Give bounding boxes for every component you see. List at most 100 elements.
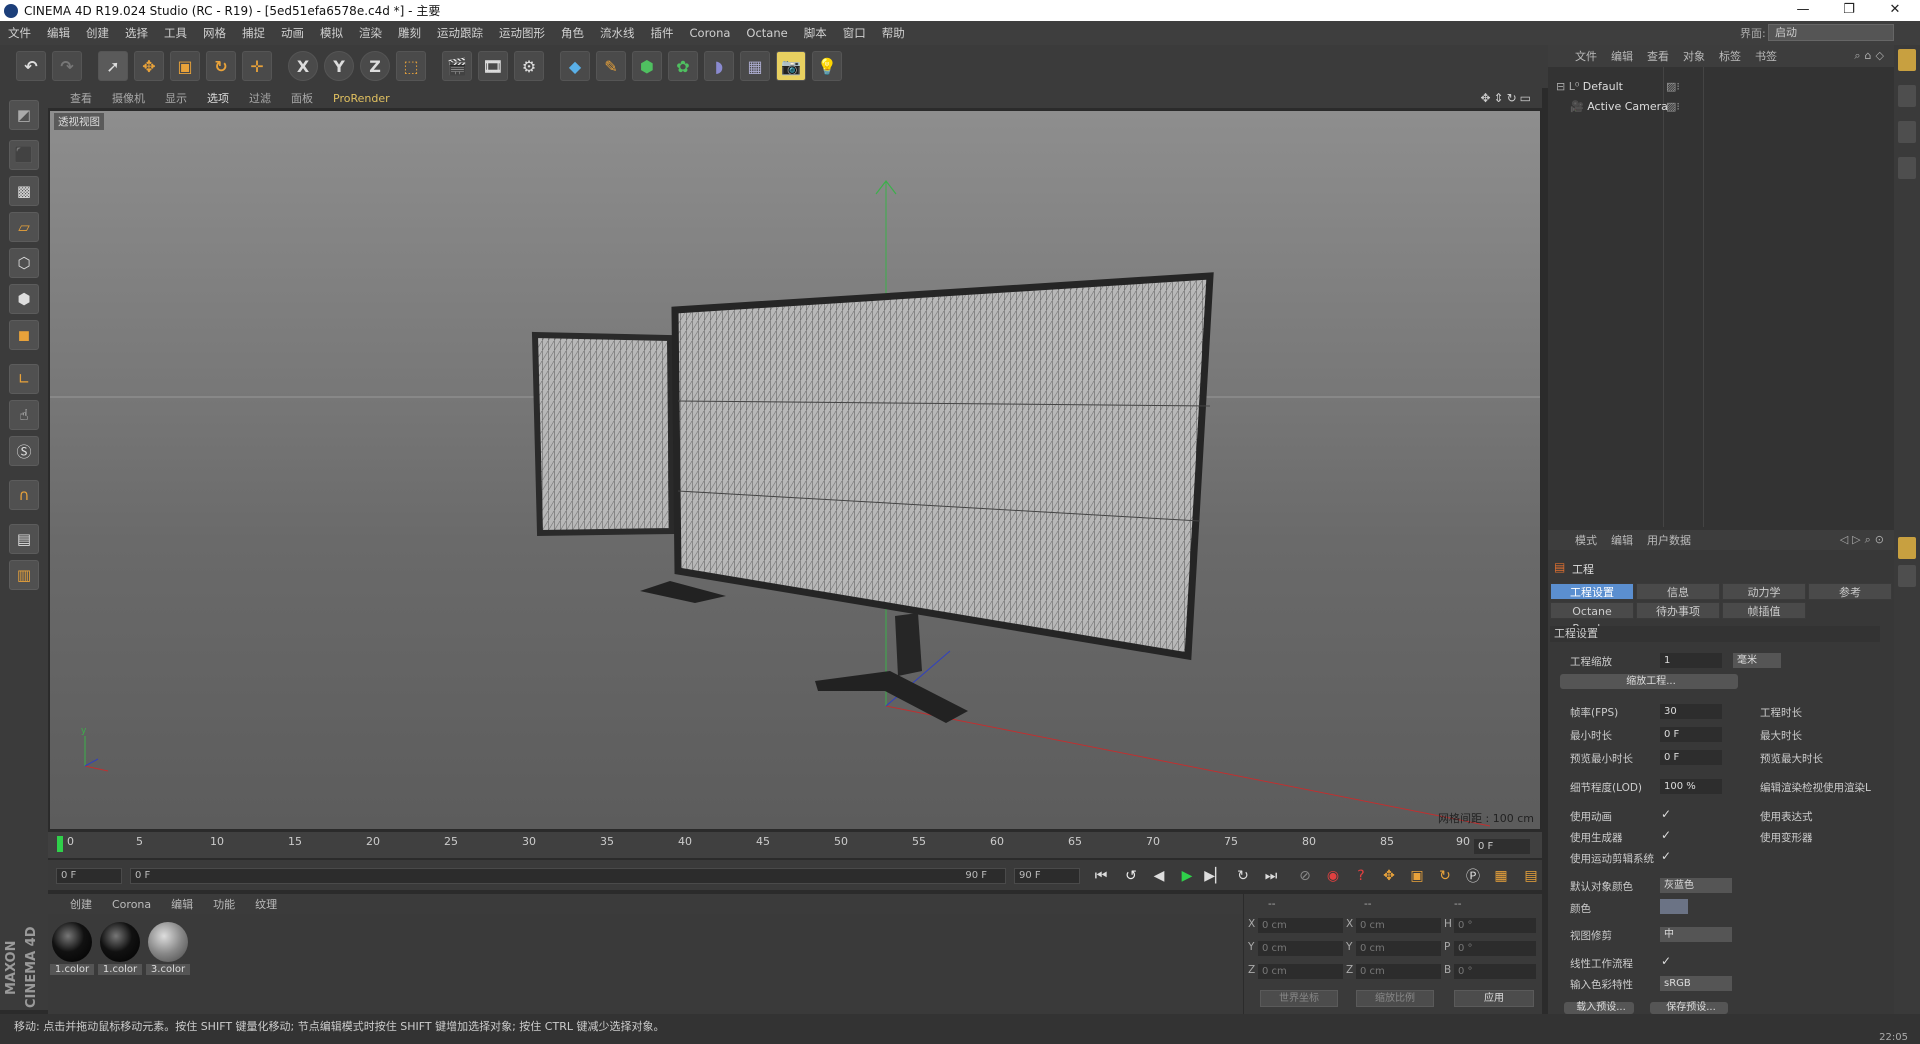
object-manager-tools-icons[interactable]: ⌕⌂◇ xyxy=(1854,49,1888,63)
menu-simulate[interactable]: 模拟 xyxy=(312,21,351,45)
min-time-field[interactable]: 0 F xyxy=(1660,727,1722,742)
material-menu-corona[interactable]: Corona xyxy=(102,898,161,911)
x-axis-icon[interactable]: X xyxy=(288,51,318,81)
material-swatch[interactable]: 3.color xyxy=(146,922,190,984)
use-generators-checkbox[interactable]: ✓ xyxy=(1661,828,1671,842)
viewport-menu-options[interactable]: 选项 xyxy=(197,90,239,106)
save-preset-button[interactable]: 保存预设... xyxy=(1650,1002,1728,1014)
scale-project-button[interactable]: 缩放工程... xyxy=(1560,674,1738,689)
rotation-b-field[interactable]: 0 ° xyxy=(1454,964,1536,979)
visibility-toggle-icon[interactable]: ▨⁝ xyxy=(1666,80,1680,93)
rotation-p-field[interactable]: 0 ° xyxy=(1454,941,1536,956)
y-axis-icon[interactable]: Y xyxy=(324,51,354,81)
menu-character[interactable]: 角色 xyxy=(553,21,592,45)
use-animation-checkbox[interactable]: ✓ xyxy=(1661,807,1671,821)
light-bulb-icon[interactable]: 💡 xyxy=(812,51,842,81)
fps-field[interactable]: 30 xyxy=(1660,704,1722,719)
rotation-h-field[interactable]: 0 ° xyxy=(1454,918,1536,933)
subdivision-surface-icon[interactable]: ⬢ xyxy=(632,51,662,81)
viewport-menu-prorender[interactable]: ProRender xyxy=(323,92,400,105)
project-scale-field[interactable]: 1 xyxy=(1660,653,1722,668)
menu-script[interactable]: 脚本 xyxy=(796,21,835,45)
select-pointer-icon[interactable]: ➚ xyxy=(98,51,128,81)
side-tab-attributes[interactable] xyxy=(1898,537,1916,559)
viewport-menu-filter[interactable]: 过滤 xyxy=(239,90,281,106)
planar-workplane-icon[interactable]: ▥ xyxy=(9,560,39,590)
side-tab-takes[interactable] xyxy=(1898,85,1916,107)
maximize-button[interactable]: ❐ xyxy=(1826,0,1872,21)
menu-animate[interactable]: 动画 xyxy=(273,21,312,45)
menu-pipeline[interactable]: 流水线 xyxy=(592,21,643,45)
tweak-mode-icon[interactable]: ☝ xyxy=(9,400,39,430)
menu-motion-tracking[interactable]: 运动跟踪 xyxy=(429,21,491,45)
side-tab-objects[interactable] xyxy=(1898,49,1916,71)
load-preset-button[interactable]: 载入预设... xyxy=(1564,1002,1634,1014)
material-menu-edit[interactable]: 编辑 xyxy=(161,896,203,912)
attr-menu-edit[interactable]: 编辑 xyxy=(1604,532,1640,548)
menu-mesh[interactable]: 网格 xyxy=(195,21,234,45)
model-mode-icon[interactable]: ⬛ xyxy=(9,140,39,170)
viewport-menu-display[interactable]: 显示 xyxy=(155,90,197,106)
prev-key-icon[interactable]: ↺ xyxy=(1120,865,1142,887)
material-menu-create[interactable]: 创建 xyxy=(48,896,102,912)
menu-help[interactable]: 帮助 xyxy=(874,21,913,45)
next-frame-icon[interactable]: ▶▏ xyxy=(1204,865,1226,887)
render-settings-icon[interactable]: ⚙ xyxy=(514,51,544,81)
mograph-cloner-icon[interactable]: ✿ xyxy=(668,51,698,81)
size-y-field[interactable]: 0 cm xyxy=(1356,941,1441,956)
menu-octane[interactable]: Octane xyxy=(738,21,795,45)
coordinate-system-icon[interactable]: ⬚ xyxy=(396,51,426,81)
size-x-field[interactable]: 0 cm xyxy=(1356,918,1441,933)
redo-icon[interactable]: ↷ xyxy=(52,51,82,81)
cube-object-icon[interactable]: ◆ xyxy=(560,51,590,81)
menu-create[interactable]: 创建 xyxy=(78,21,117,45)
move-tool-icon[interactable]: ✥ xyxy=(134,51,164,81)
visibility-toggle-icon[interactable]: ▨⁝ xyxy=(1666,100,1680,113)
side-tab-structure[interactable] xyxy=(1898,157,1916,179)
go-to-end-icon[interactable]: ⏭ xyxy=(1260,865,1282,887)
material-menu-texture[interactable]: 纹理 xyxy=(245,896,287,912)
perspective-viewport[interactable]: 透视视图 y 网格间距 : 100 cm xyxy=(49,110,1541,830)
timeline-ruler[interactable]: 0 5 10 15 20 25 30 35 40 45 50 55 60 65 … xyxy=(48,832,1542,858)
input-color-profile-select[interactable]: sRGB xyxy=(1660,976,1732,991)
live-selection-icon[interactable]: ✛ xyxy=(242,51,272,81)
apply-button[interactable]: 应用 xyxy=(1454,990,1534,1007)
magnet-icon[interactable]: ∩ xyxy=(9,480,39,510)
position-x-field[interactable]: 0 cm xyxy=(1258,918,1343,933)
attr-menu-user-data[interactable]: 用户数据 xyxy=(1640,532,1698,548)
close-button[interactable]: ✕ xyxy=(1872,0,1918,21)
undo-icon[interactable]: ↶ xyxy=(16,51,46,81)
object-row-active-camera[interactable]: 🎥 Active Camera xyxy=(1570,100,1668,113)
viewport-menu-panel[interactable]: 面板 xyxy=(281,90,323,106)
tab-info[interactable]: 信息 xyxy=(1636,583,1720,600)
side-tab-content-browser[interactable] xyxy=(1898,121,1916,143)
preview-min-field[interactable]: 0 F xyxy=(1660,750,1722,765)
color-swatch[interactable] xyxy=(1660,899,1688,914)
polygons-mode-icon[interactable]: ◼ xyxy=(9,320,39,350)
object-menu-view[interactable]: 查看 xyxy=(1640,48,1676,64)
menu-edit[interactable]: 编辑 xyxy=(39,21,78,45)
position-z-field[interactable]: 0 cm xyxy=(1258,964,1343,979)
attr-menu-mode[interactable]: 模式 xyxy=(1568,532,1604,548)
menu-mograph[interactable]: 运动图形 xyxy=(491,21,553,45)
go-to-start-icon[interactable]: ⏮ xyxy=(1090,865,1112,887)
coord-mode-select[interactable]: 世界坐标 xyxy=(1260,990,1338,1007)
current-frame-field[interactable]: 0 F xyxy=(1474,839,1530,854)
end-frame-field[interactable]: 90 F xyxy=(1014,868,1080,884)
menu-window[interactable]: 窗口 xyxy=(835,21,874,45)
minimize-button[interactable]: — xyxy=(1780,0,1826,21)
menu-render[interactable]: 渲染 xyxy=(351,21,390,45)
floor-environment-icon[interactable]: ▦ xyxy=(740,51,770,81)
material-menu-function[interactable]: 功能 xyxy=(203,896,245,912)
spline-pen-icon[interactable]: ✎ xyxy=(596,51,626,81)
timeline-window-icon[interactable]: ▤ xyxy=(1520,865,1542,887)
side-tab-layers[interactable] xyxy=(1898,565,1916,587)
project-scale-unit-select[interactable]: 毫米 xyxy=(1733,653,1781,668)
render-view-icon[interactable]: 🎬 xyxy=(442,51,472,81)
viewport-nav-icons[interactable]: ✥⇕↻▭ xyxy=(1480,91,1534,105)
key-pla-icon[interactable]: ▦ xyxy=(1490,865,1512,887)
menu-plugins[interactable]: 插件 xyxy=(643,21,682,45)
render-picture-viewer-icon[interactable]: 🎞 xyxy=(478,51,508,81)
material-swatch[interactable]: 1.color xyxy=(50,922,94,984)
tab-octane-render[interactable]: Octane Render xyxy=(1550,602,1634,635)
